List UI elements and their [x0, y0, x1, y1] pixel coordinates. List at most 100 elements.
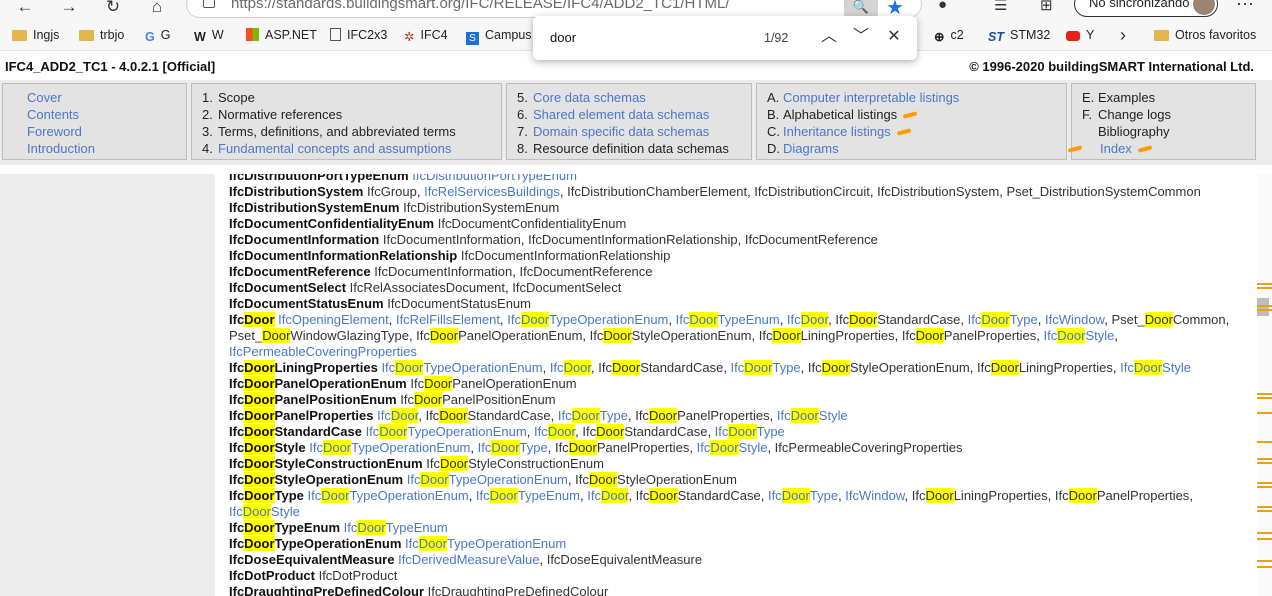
bookmark-youtube[interactable]: Y: [1066, 28, 1094, 44]
index-reference[interactable]: IfcDoorPanelProperties: [1055, 488, 1189, 503]
index-reference[interactable]: IfcDoorTypeOperationEnum: [507, 312, 668, 327]
index-reference[interactable]: IfcDoorType: [768, 488, 838, 503]
index-reference[interactable]: IfcDistributionSystem: [877, 184, 999, 199]
index-reference[interactable]: IfcPermeableCoveringProperties: [229, 344, 417, 359]
index-reference[interactable]: IfcDistributionPortTypeEnum: [412, 174, 577, 183]
toc-item-label[interactable]: Cover: [27, 90, 62, 105]
bookmark-campus[interactable]: S Campus: [466, 28, 532, 45]
bookmark-ingjs[interactable]: Ingjs: [12, 28, 59, 44]
index-reference[interactable]: IfcDoorPanelProperties: [902, 328, 1036, 343]
index-reference[interactable]: IfcDoorLiningProperties: [912, 488, 1048, 503]
toc-item-cover[interactable]: Cover: [27, 89, 95, 106]
index-reference[interactable]: Pset_DoorWindowGlazingType: [229, 328, 409, 343]
bookmark-w[interactable]: WW: [194, 28, 224, 44]
search-icon[interactable]: 🔍: [844, 0, 878, 17]
close-icon[interactable]: ✕: [882, 25, 906, 49]
toc-item-label[interactable]: Inheritance listings: [783, 124, 891, 139]
forward-icon[interactable]: →: [58, 0, 80, 17]
index-reference[interactable]: IfcDoorType: [558, 408, 628, 423]
index-reference[interactable]: IfcDoorPanelOperationEnum: [410, 376, 577, 391]
index-reference[interactable]: IfcDoorStyleOperationEnum: [808, 360, 970, 375]
index-reference[interactable]: IfcWindow: [845, 488, 904, 503]
toc-item-scope[interactable]: 1. Scope: [202, 89, 456, 106]
toc-item-diagrams[interactable]: D. Diagrams: [767, 140, 959, 157]
index-reference[interactable]: IfcDocumentStatusEnum: [387, 296, 531, 311]
index-reference[interactable]: IfcDoorStandardCase: [636, 488, 761, 503]
toc-item-label[interactable]: Contents: [27, 107, 79, 122]
index-reference[interactable]: IfcDocumentInformationRelationship: [528, 232, 738, 247]
bookmark-ifc2x3[interactable]: IFC2x3: [330, 28, 387, 44]
index-reference[interactable]: IfcDoorStyleOperationEnum: [575, 472, 737, 487]
index-reference[interactable]: IfcOpeningElement: [278, 312, 389, 327]
toc-item-foreword[interactable]: Foreword: [27, 123, 95, 140]
index-reference[interactable]: IfcDoorType: [731, 360, 801, 375]
index-reference[interactable]: IfcPermeableCoveringProperties: [775, 440, 963, 455]
index-reference[interactable]: IfcDoorTypeOperationEnum: [308, 488, 469, 503]
back-icon[interactable]: ←: [14, 0, 36, 17]
index-reference[interactable]: IfcWindow: [1045, 312, 1104, 327]
index-reference[interactable]: IfcDocumentReference: [519, 264, 652, 279]
index-reference[interactable]: IfcRelFillsElement: [396, 312, 500, 327]
bookmark-g[interactable]: GG: [145, 28, 170, 44]
index-reference[interactable]: IfcDoorPanelPositionEnum: [400, 392, 556, 407]
toc-item-label[interactable]: Computer interpretable listings: [783, 90, 959, 105]
refresh-icon[interactable]: ↻: [102, 0, 124, 17]
index-reference[interactable]: IfcDoorPanelOperationEnum: [416, 328, 582, 343]
index-reference[interactable]: IfcDoorTypeEnum: [676, 312, 780, 327]
toc-item-terms-definitions-and-abbreviated-terms[interactable]: 3. Terms, definitions, and abbreviated te…: [202, 123, 456, 140]
index-reference[interactable]: IfcDerivedMeasureValue: [398, 552, 539, 567]
index-reference[interactable]: IfcRelServicesBuildings: [424, 184, 560, 199]
index-reference[interactable]: IfcDoorStyle: [697, 440, 767, 455]
index-reference[interactable]: IfcDoorStyle: [1120, 360, 1191, 375]
toc-item-normative-references[interactable]: 2. Normative references: [202, 106, 456, 123]
index-reference[interactable]: IfcDoorPanelProperties: [555, 440, 689, 455]
toc-item-domain-specific-data-schemas[interactable]: 7. Domain specific data schemas: [517, 123, 729, 140]
index-reference[interactable]: IfcDistributionCircuit: [754, 184, 870, 199]
toc-item-inheritance-listings[interactable]: C. Inheritance listings: [767, 123, 959, 140]
index-reference[interactable]: IfcDoor: [534, 424, 576, 439]
url-text[interactable]: https://standards.buildingsmart.org/IFC/…: [231, 0, 730, 12]
bookmark-c2[interactable]: ⊕ c2: [934, 28, 964, 44]
toc-item-label[interactable]: Diagrams: [783, 141, 839, 156]
toc-item-label[interactable]: Foreword: [27, 124, 82, 139]
index-reference[interactable]: IfcDoor: [587, 488, 629, 503]
index-reference[interactable]: IfcDistributionChamberElement: [567, 184, 747, 199]
toc-item-label[interactable]: Shared element data schemas: [533, 107, 709, 122]
toc-item-shared-element-data-schemas[interactable]: 6. Shared element data schemas: [517, 106, 729, 123]
index-reference[interactable]: IfcDoor: [377, 408, 419, 423]
bookmark-aspnet[interactable]: ASP.NET: [246, 28, 317, 44]
toc-item-introduction[interactable]: Introduction: [27, 140, 95, 157]
index-reference[interactable]: IfcDocumentInformation: [383, 232, 521, 247]
index-reference[interactable]: Pset_DistributionSystemCommon: [1006, 184, 1200, 199]
collections-icon[interactable]: ⊞: [1040, 0, 1053, 14]
toc-item-alphabetical-listings[interactable]: B. Alphabetical listings: [767, 106, 959, 123]
index-reference[interactable]: IfcDoorStyleConstructionEnum: [426, 456, 604, 471]
toc-item-bibliography[interactable]: Bibliography: [1082, 123, 1171, 140]
index-reference[interactable]: IfcDraughtingPreDefinedColour: [428, 584, 609, 596]
toc-item-change-logs[interactable]: F. Change logs: [1082, 106, 1171, 123]
index-reference[interactable]: IfcDoorTypeOperationEnum: [407, 472, 568, 487]
bookmark-other-favorites[interactable]: Otros favoritos: [1154, 28, 1256, 44]
index-reference[interactable]: IfcDoorStandardCase: [598, 360, 723, 375]
index-reference[interactable]: IfcDocumentSelect: [512, 280, 621, 295]
index-reference[interactable]: IfcDoorStyle: [777, 408, 848, 423]
toc-item-resource-definition-data-schemas[interactable]: 8. Resource definition data schemas: [517, 140, 729, 157]
toc-item-fundamental-concepts-and-assumptions[interactable]: 4. Fundamental concepts and assumptions: [202, 140, 456, 157]
toc-item-core-data-schemas[interactable]: 5. Core data schemas: [517, 89, 729, 106]
bookmark-stm32[interactable]: ST STM32: [988, 28, 1050, 44]
index-reference[interactable]: IfcDoorLiningProperties: [759, 328, 895, 343]
find-input[interactable]: door: [550, 30, 576, 45]
index-reference[interactable]: IfcDoorStandardCase: [582, 424, 707, 439]
index-reference[interactable]: IfcDocumentInformationRelationship: [461, 248, 671, 263]
index-reference[interactable]: IfcDoorTypeOperationEnum: [381, 360, 543, 375]
index-reference[interactable]: IfcDoorType: [478, 440, 548, 455]
index-reference[interactable]: IfcDoorStyle: [229, 504, 300, 519]
index-reference[interactable]: IfcDoorTypeOperationEnum: [366, 424, 527, 439]
index-reference[interactable]: IfcGroup: [367, 184, 417, 199]
index-reference[interactable]: IfcDoorType: [715, 424, 785, 439]
menu-icon[interactable]: ⋯: [1236, 0, 1254, 15]
toc-item-label[interactable]: Index: [1100, 141, 1132, 156]
reading-list-icon[interactable]: ☰: [994, 0, 1007, 14]
index-reference[interactable]: IfcDocumentReference: [745, 232, 878, 247]
toc-item-label[interactable]: Introduction: [27, 141, 95, 156]
